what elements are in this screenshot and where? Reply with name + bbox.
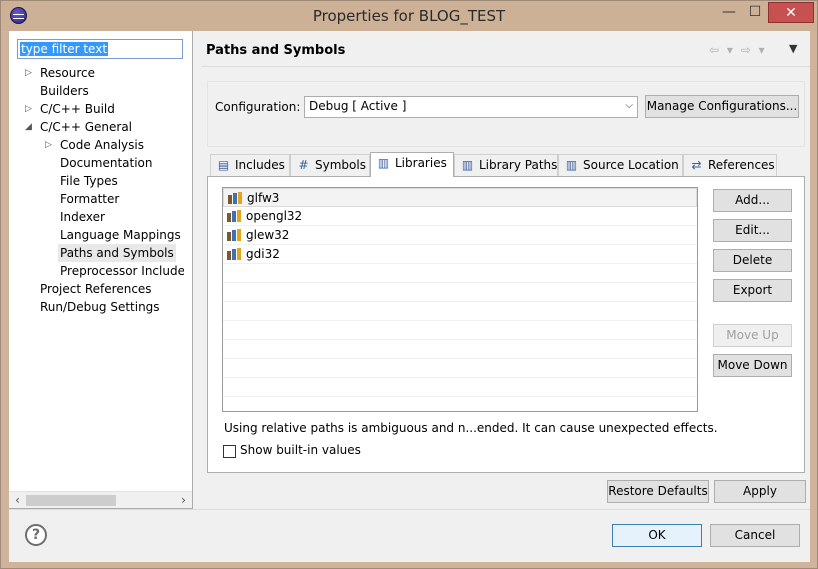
- library-name: gdi32: [246, 247, 280, 261]
- title-bar[interactable]: Properties for BLOG_TEST — ☐ ✕: [1, 1, 817, 31]
- window-title: Properties for BLOG_TEST: [312, 7, 506, 25]
- libraries-tab-panel: glfw3 opengl32 glew32 gdi32 Add... Edit.…: [207, 176, 805, 473]
- add-button[interactable]: Add...: [713, 189, 792, 212]
- tab-label: Symbols: [315, 158, 366, 172]
- tab-label: Libraries: [395, 156, 447, 170]
- tree-item-paths-and-symbols[interactable]: Paths and Symbols: [58, 244, 176, 262]
- page-title: Paths and Symbols: [206, 43, 346, 58]
- scroll-left-icon[interactable]: ‹: [9, 492, 26, 509]
- property-tree-panel: type filter text ▷ Resource Builders ▷ C…: [9, 31, 193, 509]
- configuration-label: Configuration:: [215, 100, 301, 114]
- scrollbar-thumb[interactable]: [26, 495, 116, 506]
- library-name: glfw3: [247, 191, 280, 205]
- empty-row: [223, 302, 697, 321]
- expand-twisty-icon[interactable]: ▷: [45, 136, 52, 154]
- tree-item-cpp-build[interactable]: C/C++ Build: [40, 100, 115, 118]
- close-button[interactable]: ✕: [768, 2, 814, 23]
- library-icon: [227, 210, 243, 222]
- dialog-client: type filter text ▷ Resource Builders ▷ C…: [9, 31, 810, 562]
- tab-library-paths[interactable]: ▥ Library Paths: [454, 154, 558, 176]
- tab-label: Includes: [235, 158, 285, 172]
- hash-icon: #: [298, 158, 309, 172]
- list-item[interactable]: gdi32: [223, 245, 697, 264]
- expand-twisty-icon[interactable]: ▷: [25, 64, 32, 82]
- tree-item-formatter[interactable]: Formatter: [60, 190, 119, 208]
- list-item[interactable]: glfw3: [223, 188, 697, 207]
- library-name: glew32: [246, 228, 290, 242]
- empty-row: [223, 283, 697, 302]
- list-item[interactable]: opengl32: [223, 207, 697, 226]
- configuration-group: Configuration: Debug [ Active ] ⌵ Manage…: [207, 81, 805, 147]
- folder-library-icon: ▥: [461, 158, 474, 172]
- tab-references[interactable]: ⇄ References: [683, 154, 777, 176]
- cancel-button[interactable]: Cancel: [710, 524, 800, 547]
- manage-configurations-button[interactable]: Manage Configurations...: [645, 95, 799, 118]
- library-icon: [228, 192, 244, 204]
- configuration-select[interactable]: Debug [ Active ] ⌵: [304, 96, 638, 118]
- library-icon: [227, 248, 243, 260]
- restore-defaults-button[interactable]: Restore Defaults: [607, 480, 709, 503]
- delete-button[interactable]: Delete: [713, 249, 792, 272]
- tree-item-code-analysis[interactable]: Code Analysis: [60, 136, 144, 154]
- move-down-button[interactable]: Move Down: [713, 354, 792, 377]
- relative-paths-warning: Using relative paths is ambiguous and n.…: [224, 421, 718, 435]
- library-icon: [227, 229, 243, 241]
- footer-divider: [9, 509, 810, 510]
- export-button[interactable]: Export: [713, 279, 792, 302]
- show-builtin-label[interactable]: Show built-in values: [240, 443, 361, 457]
- library-icon: ▥: [377, 156, 390, 170]
- tree-item-documentation[interactable]: Documentation: [60, 154, 153, 172]
- chevron-down-icon: ⌵: [625, 100, 633, 111]
- empty-row: [223, 378, 697, 397]
- tab-label: Library Paths: [479, 158, 558, 172]
- show-builtin-checkbox[interactable]: [223, 445, 236, 458]
- properties-window: Properties for BLOG_TEST — ☐ ✕ type filt…: [0, 0, 818, 569]
- scroll-right-icon[interactable]: ›: [175, 492, 192, 509]
- configuration-value: Debug [ Active ]: [309, 99, 407, 113]
- tree-item-language-mappings[interactable]: Language Mappings: [60, 226, 181, 244]
- libraries-list[interactable]: glfw3 opengl32 glew32 gdi32: [222, 187, 698, 412]
- expand-twisty-icon[interactable]: ▷: [25, 100, 32, 118]
- tree-item-resource[interactable]: Resource: [40, 64, 95, 82]
- view-menu-icon[interactable]: ▼: [789, 42, 797, 55]
- source-folder-icon: ▥: [565, 158, 578, 172]
- empty-row: [223, 359, 697, 378]
- filter-input[interactable]: type filter text: [17, 39, 183, 59]
- tab-libraries[interactable]: ▥ Libraries: [370, 152, 454, 177]
- ok-button[interactable]: OK: [612, 524, 702, 547]
- collapse-twisty-icon[interactable]: ◢: [25, 118, 32, 136]
- tree-horizontal-scrollbar[interactable]: ‹ ›: [9, 491, 192, 508]
- references-icon: ⇄: [691, 158, 702, 172]
- tree-item-cpp-general[interactable]: C/C++ General: [40, 118, 132, 136]
- tab-symbols[interactable]: # Symbols: [290, 154, 370, 176]
- help-icon[interactable]: ?: [25, 524, 47, 546]
- includes-icon: ▤: [217, 158, 230, 172]
- tree-item-file-types[interactable]: File Types: [60, 172, 118, 190]
- tab-source-location[interactable]: ▥ Source Location: [558, 154, 683, 176]
- empty-row: [223, 340, 697, 359]
- move-up-button[interactable]: Move Up: [713, 324, 792, 347]
- apply-button[interactable]: Apply: [714, 480, 806, 503]
- maximize-button[interactable]: ☐: [742, 2, 768, 23]
- tree-item-run-debug-settings[interactable]: Run/Debug Settings: [40, 298, 160, 316]
- tree-item-builders[interactable]: Builders: [40, 82, 89, 100]
- tab-includes[interactable]: ▤ Includes: [210, 154, 290, 176]
- tab-label: Source Location: [583, 158, 679, 172]
- minimize-button[interactable]: —: [716, 2, 742, 23]
- tree-item-indexer[interactable]: Indexer: [60, 208, 105, 226]
- library-name: opengl32: [246, 209, 303, 223]
- list-item[interactable]: glew32: [223, 226, 697, 245]
- filter-text: type filter text: [20, 42, 109, 56]
- tree-item-project-references[interactable]: Project References: [40, 280, 152, 298]
- back-forward-arrows-icon[interactable]: ⇦ ▾ ⇨ ▾: [709, 43, 767, 57]
- tree-item-preprocessor-include[interactable]: Preprocessor Include P: [60, 262, 184, 280]
- tab-label: References: [708, 158, 775, 172]
- empty-row: [223, 264, 697, 283]
- header-divider: [201, 66, 810, 67]
- empty-row: [223, 321, 697, 340]
- edit-button[interactable]: Edit...: [713, 219, 792, 242]
